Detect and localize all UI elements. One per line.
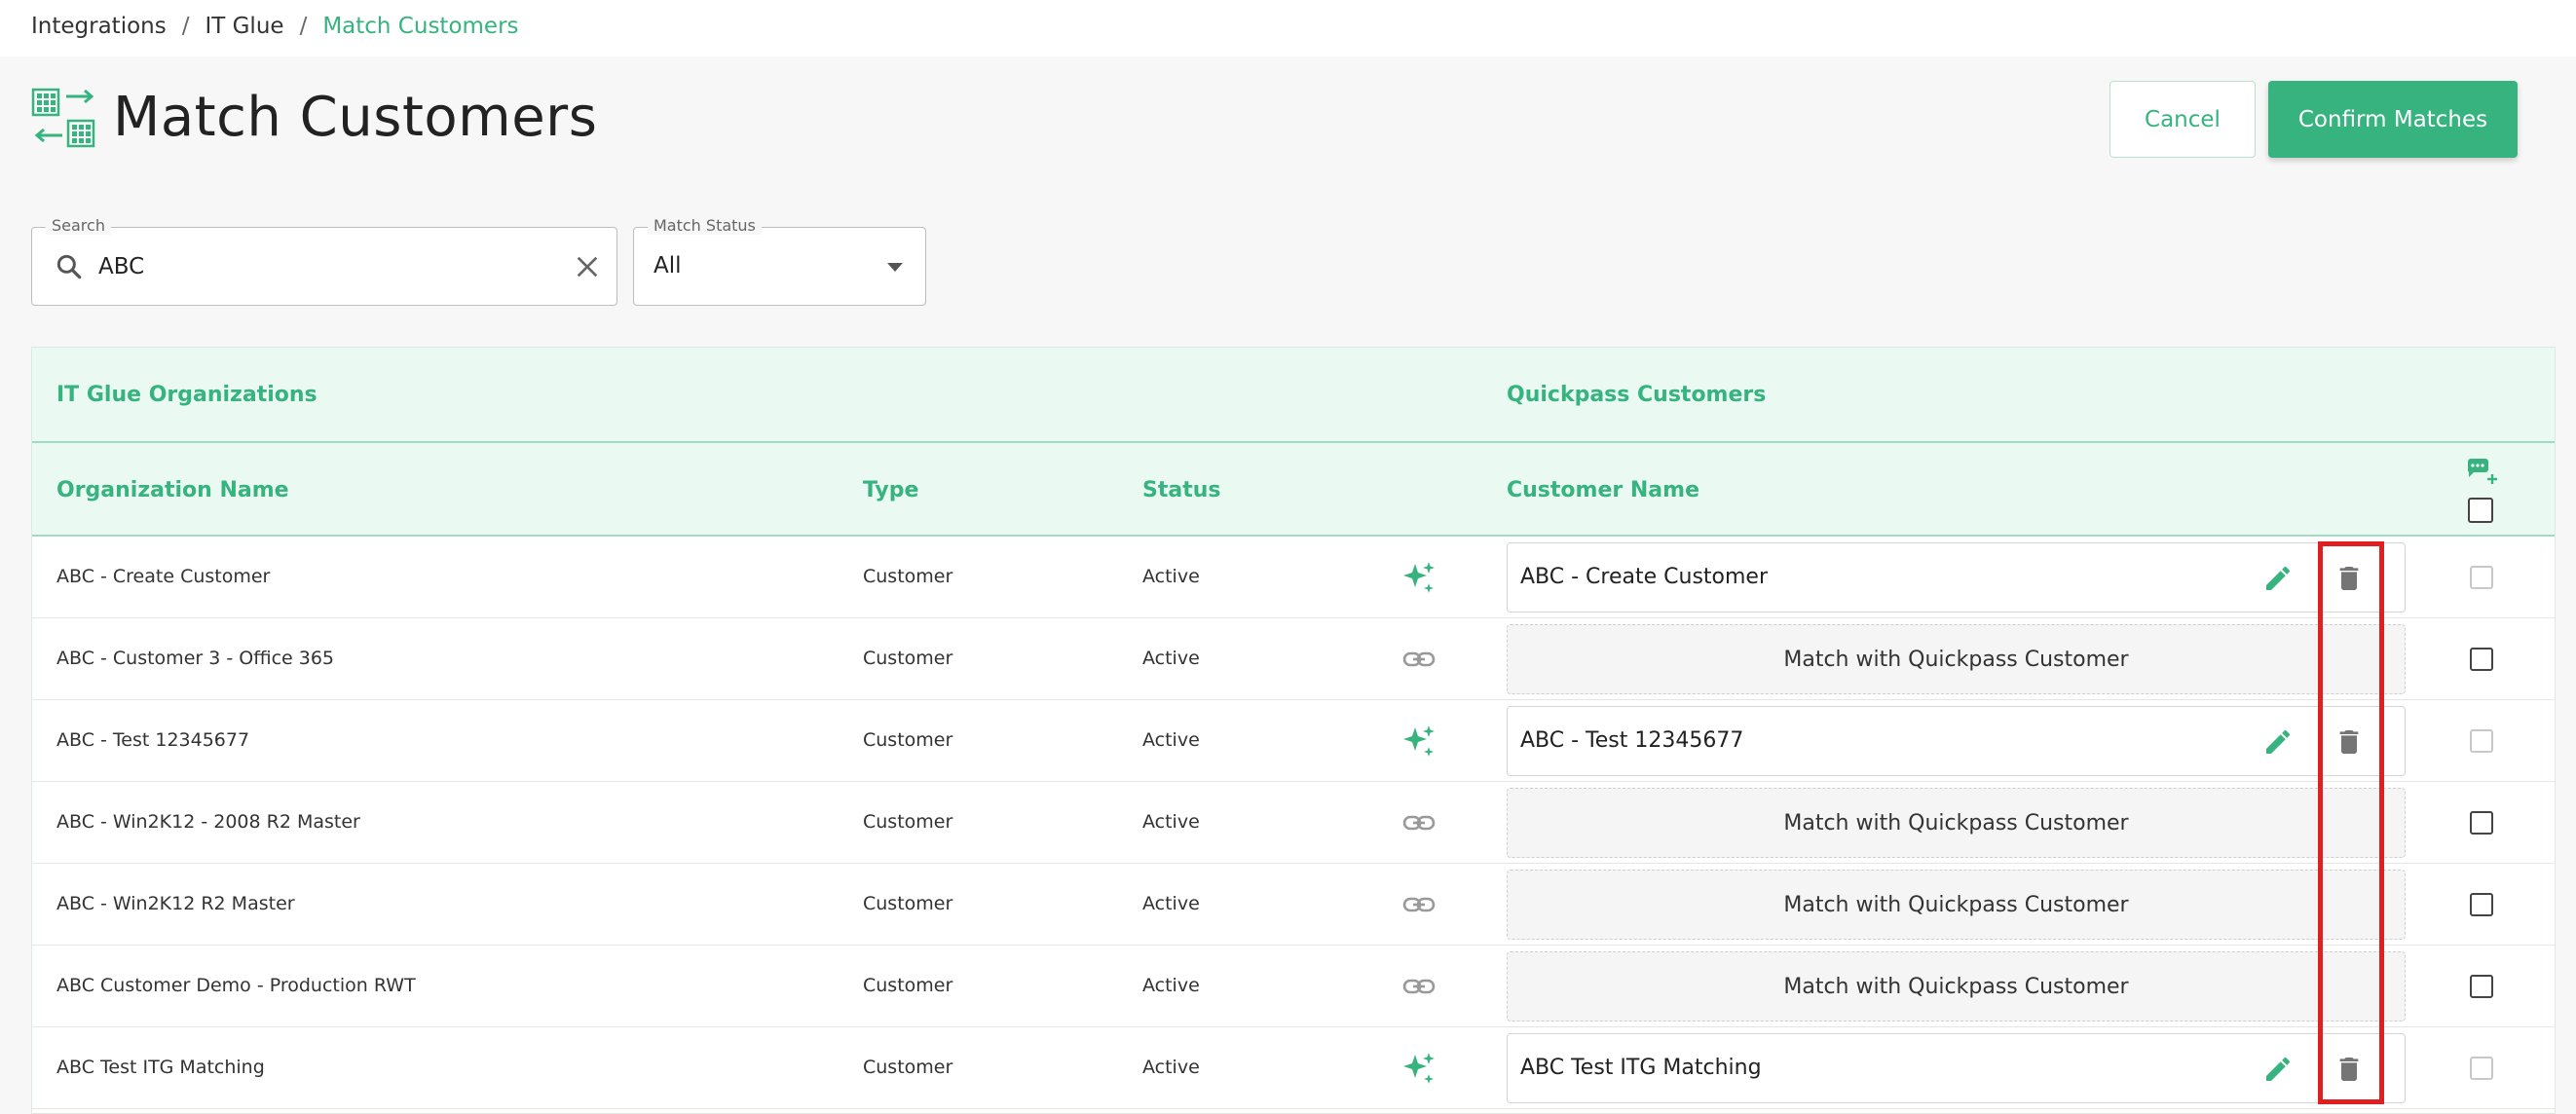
organization-type: Customer (863, 811, 953, 833)
trash-icon[interactable] (2333, 563, 2365, 594)
match-with-quickpass-button[interactable]: Match with Quickpass Customer (1507, 788, 2406, 858)
organization-name: ABC - Win2K12 R2 Master (56, 893, 295, 914)
organization-type: Customer (863, 1057, 953, 1078)
organization-type: Customer (863, 729, 953, 751)
column-organization-name[interactable]: Organization Name (56, 478, 289, 502)
organization-type: Customer (863, 975, 953, 996)
breadcrumb-it-glue[interactable]: IT Glue (205, 14, 283, 39)
matched-customer-box: ABC - Test 12345677 (1507, 706, 2406, 776)
row-checkbox[interactable] (2470, 975, 2493, 998)
link-icon[interactable] (1401, 887, 1437, 922)
column-status[interactable]: Status (1142, 478, 1220, 502)
match-status-value: All (653, 253, 682, 278)
title-row: Match Customers (31, 86, 597, 149)
matched-customer-box: ABC Test ITG Matching (1507, 1033, 2406, 1103)
link-icon[interactable] (1401, 969, 1437, 1004)
trash-icon[interactable] (2333, 1054, 2365, 1085)
table-column-header: Organization Name Type Status Customer N… (32, 443, 2555, 537)
organization-name: ABC Test ITG Matching (56, 1057, 265, 1078)
organization-type: Customer (863, 648, 953, 669)
matched-customer-name: ABC Test ITG Matching (1520, 1056, 1762, 1080)
organization-status: Active (1142, 975, 1200, 996)
table-row: ABC - Win2K12 - 2008 R2 Master Customer Ac… (32, 782, 2555, 864)
group-quickpass-customers: Quickpass Customers (1507, 383, 1767, 407)
auto-match-sparkle-icon (1403, 725, 1435, 757)
organization-name: ABC Customer Demo - Production RWT (56, 975, 416, 996)
edit-pencil-icon[interactable] (2262, 1054, 2294, 1085)
organization-type: Customer (863, 893, 953, 914)
column-type[interactable]: Type (863, 478, 918, 502)
organization-type: Customer (863, 566, 953, 587)
search-input[interactable] (98, 245, 527, 288)
organization-status: Active (1142, 729, 1200, 751)
link-icon[interactable] (1401, 642, 1437, 677)
auto-match-sparkle-icon (1403, 562, 1435, 593)
auto-match-sparkle-icon (1403, 1053, 1435, 1084)
trash-icon[interactable] (2333, 726, 2365, 758)
organization-name: ABC - Create Customer (56, 566, 271, 587)
organization-name: ABC - Win2K12 - 2008 R2 Master (56, 811, 360, 833)
organization-status: Active (1142, 1057, 1200, 1078)
match-status-label: Match Status (648, 216, 762, 235)
dropdown-caret-icon (887, 263, 903, 272)
top-bar: Integrations / IT Glue / Match Customers (0, 0, 2576, 56)
match-with-quickpass-button[interactable]: Match with Quickpass Customer (1507, 870, 2406, 940)
organization-name: ABC - Customer 3 - Office 365 (56, 648, 335, 669)
table-row: ABC Customer Demo - Production RWT Custom… (32, 946, 2555, 1027)
table-row: ABC Test ITG Matching Customer Active ABC T… (32, 1027, 2555, 1109)
select-all-checkbox[interactable] (2468, 498, 2493, 523)
match-with-quickpass-button[interactable]: Match with Quickpass Customer (1507, 624, 2406, 694)
match-table: IT Glue Organizations Quickpass Customer… (31, 347, 2556, 1114)
clear-search-icon[interactable] (572, 251, 603, 282)
matched-customer-name: ABC - Create Customer (1520, 565, 1768, 589)
matched-customer-box: ABC - Create Customer (1507, 542, 2406, 613)
table-row: ABC - Test 12345677 Customer Active ABC - T… (32, 700, 2555, 782)
breadcrumb: Integrations / IT Glue / Match Customers (31, 14, 519, 39)
row-checkbox[interactable] (2470, 648, 2493, 671)
organization-status: Active (1142, 811, 1200, 833)
table-row: ABC - Win2K12 R2 Master Customer Active Mat… (32, 864, 2555, 946)
organization-status: Active (1142, 566, 1200, 587)
row-checkbox[interactable] (2470, 1057, 2493, 1080)
breadcrumb-separator: / (299, 14, 308, 39)
column-customer-name[interactable]: Customer Name (1507, 478, 1699, 502)
table-group-header: IT Glue Organizations Quickpass Customer… (32, 348, 2555, 443)
page-title: Match Customers (113, 86, 598, 149)
breadcrumb-separator: / (181, 14, 190, 39)
row-checkbox[interactable] (2470, 893, 2493, 916)
search-icon (56, 254, 82, 279)
table-row: ABC - Customer 3 - Office 365 Customer Act… (32, 618, 2555, 700)
link-icon[interactable] (1401, 805, 1437, 840)
search-label: Search (46, 216, 111, 235)
organization-status: Active (1142, 893, 1200, 914)
organization-status: Active (1142, 648, 1200, 669)
table-row: ABC - Create Customer Customer Active ABC -… (32, 537, 2555, 618)
edit-pencil-icon[interactable] (2262, 726, 2294, 758)
add-comment-icon (2467, 459, 2497, 484)
breadcrumb-current: Match Customers (322, 14, 519, 39)
match-status-select[interactable]: Match Status All (633, 216, 926, 306)
match-customers-icon (31, 88, 95, 147)
match-with-quickpass-button[interactable]: Match with Quickpass Customer (1507, 951, 2406, 1021)
search-field[interactable]: Search (31, 216, 617, 306)
edit-pencil-icon[interactable] (2262, 563, 2294, 594)
breadcrumb-integrations[interactable]: Integrations (31, 14, 167, 39)
row-checkbox[interactable] (2470, 566, 2493, 589)
organization-name: ABC - Test 12345677 (56, 729, 250, 751)
confirm-matches-button[interactable]: Confirm Matches (2268, 81, 2518, 158)
row-checkbox[interactable] (2470, 729, 2493, 753)
row-checkbox[interactable] (2470, 811, 2493, 835)
cancel-button[interactable]: Cancel (2109, 81, 2256, 158)
group-it-glue-organizations: IT Glue Organizations (56, 383, 317, 407)
matched-customer-name: ABC - Test 12345677 (1520, 728, 1744, 753)
